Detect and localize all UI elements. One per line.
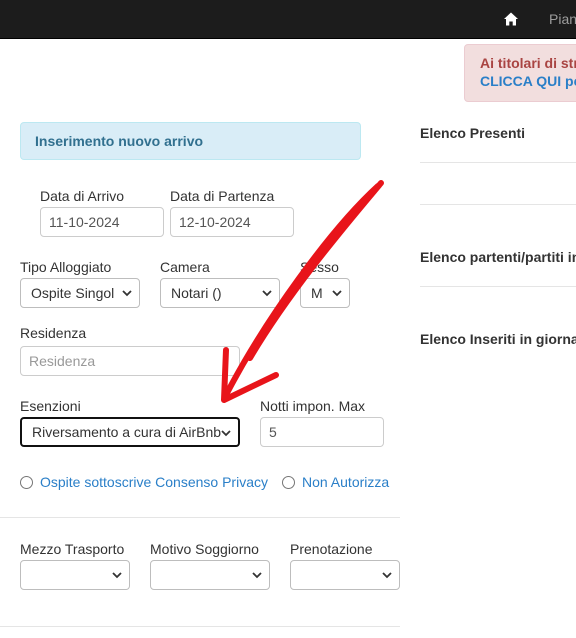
sex-select[interactable]: M [300,278,350,308]
warning-alert-link[interactable]: CLICCA QUI pe [480,73,576,89]
arrival-date-label: Data di Arrivo [40,188,125,204]
guest-type-select[interactable]: Ospite Singol [20,278,140,308]
chevron-down-icon [262,290,272,297]
arrival-date-input[interactable]: 11-10-2024 [40,207,164,237]
divider [0,517,400,518]
inserted-list-title: Elenco Inseriti in giorna [420,331,576,347]
warning-alert: Ai titolari di str CLICCA QUI pe [464,44,576,102]
sex-label: Sesso [300,259,339,275]
top-navbar: Pian [0,0,576,39]
chevron-down-icon [122,290,132,297]
guest-type-label: Tipo Alloggiato [20,259,112,275]
stay-reason-select[interactable] [150,560,270,590]
stay-reason-label: Motivo Soggiorno [150,541,259,557]
chevron-down-icon [382,572,392,579]
max-nights-label: Notti impon. Max [260,398,366,414]
divider [420,204,576,205]
form-heading: Inserimento nuovo arrivo [20,122,361,160]
home-icon[interactable] [503,11,519,27]
divider [420,162,576,163]
nav-item-label[interactable]: Pian [549,11,576,27]
exemptions-value: Riversamento a cura di AirBnb [32,424,222,440]
privacy-deny-label[interactable]: Non Autorizza [302,474,389,490]
exemptions-label: Esenzioni [20,398,81,414]
residence-label: Residenza [20,325,87,341]
warning-alert-text: Ai titolari di str [480,55,576,71]
departure-date-label: Data di Partenza [170,188,275,204]
divider [0,626,400,627]
transport-select[interactable] [20,560,130,590]
max-nights-input[interactable]: 5 [260,417,384,447]
present-list-title: Elenco Presenti [420,125,526,141]
privacy-consent-label[interactable]: Ospite sottoscrive Consenso Privacy [40,474,268,490]
sex-value: M [311,285,323,301]
chevron-down-icon [112,572,122,579]
privacy-deny-radio[interactable] [282,476,295,489]
departures-list-title: Elenco partenti/partiti in [420,249,576,265]
room-select[interactable]: Notari () [160,278,280,308]
departure-date-input[interactable]: 12-10-2024 [170,207,294,237]
residence-input[interactable]: Residenza [20,346,240,376]
room-label: Camera [160,259,210,275]
chevron-down-icon [252,572,262,579]
exemptions-select[interactable]: Riversamento a cura di AirBnb [20,417,240,447]
guest-type-value: Ospite Singol [31,285,115,301]
transport-label: Mezzo Trasporto [20,541,125,557]
privacy-consent-radio[interactable] [20,476,33,489]
chevron-down-icon [221,430,231,437]
booking-select[interactable] [290,560,400,590]
divider [420,286,576,287]
chevron-down-icon [332,290,342,297]
room-value: Notari () [171,285,222,301]
booking-label: Prenotazione [290,541,373,557]
